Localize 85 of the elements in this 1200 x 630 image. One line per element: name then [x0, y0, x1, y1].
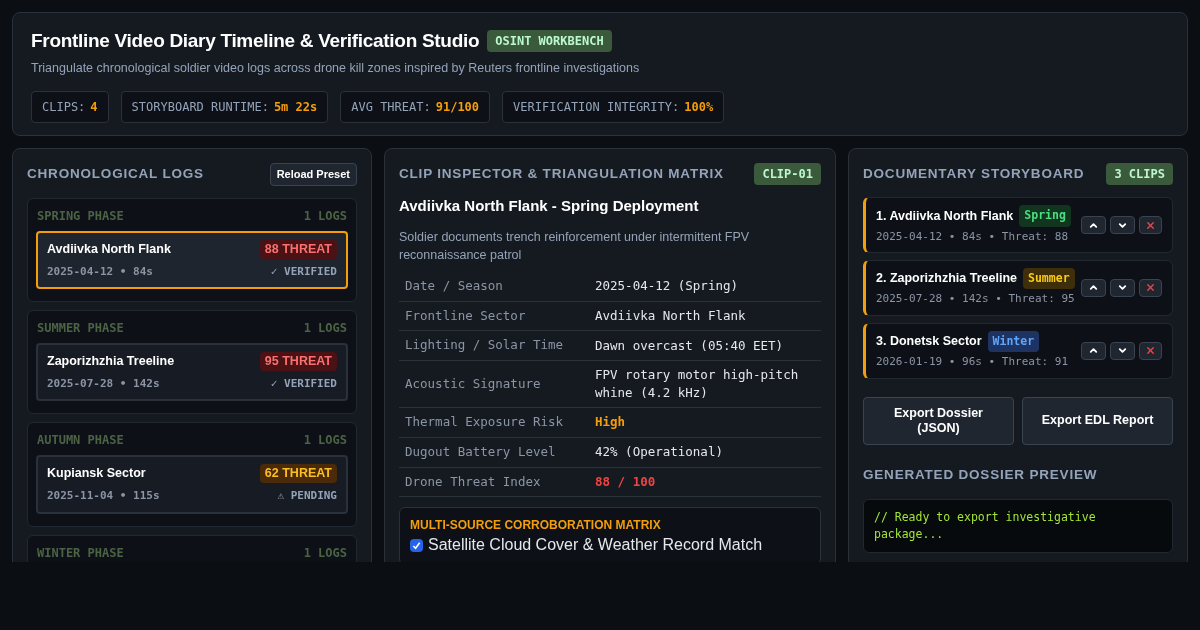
phase-count: 1 LOGS — [303, 544, 347, 562]
field-label: Thermal Exposure Risk — [405, 413, 565, 431]
season-tag: Summer — [1023, 268, 1075, 290]
clip-count-badge: 3 CLIPS — [1106, 163, 1173, 186]
check-icon — [412, 540, 421, 550]
move-down-button[interactable] — [1110, 341, 1135, 360]
stat-value: 91/100 — [435, 99, 480, 117]
close-icon — [1145, 219, 1156, 231]
threat-badge: 62 THREAT — [259, 464, 337, 483]
field-label: Date / Season — [405, 276, 504, 295]
remove-button[interactable] — [1139, 216, 1162, 235]
field-value: 88 / 100 — [595, 472, 657, 491]
field-label: Frontline Sector — [405, 306, 527, 325]
clip-title: Avdiivka North Flank - Spring Deployment — [399, 196, 700, 217]
move-up-button[interactable] — [1081, 216, 1106, 235]
log-title: Avdiivka North Flank — [47, 240, 171, 258]
field-value: 42% (Operational) — [595, 443, 724, 462]
matrix-title: MULTI-SOURCE CORROBORATION MATRIX — [410, 518, 662, 533]
stat-label: STORYBOARD RUNTIME: — [131, 99, 269, 117]
phase-count: 1 LOGS — [303, 432, 347, 450]
phase-name: SUMMER PHASE — [37, 320, 124, 337]
export-button[interactable]: Export EDL Report — [1022, 396, 1173, 445]
phase-name: SPRING PHASE — [37, 207, 124, 225]
threat-badge: 95 THREAT — [259, 352, 337, 371]
log-title: Kupiansk Sector — [47, 465, 146, 483]
field-value: Dawn overcast (05:40 EET) — [595, 336, 785, 355]
storyboard-meta: 2025-07-28 • 142s • Threat: 95 — [876, 291, 1075, 308]
move-up-button[interactable] — [1081, 278, 1106, 297]
storyboard-title: 2. Zaporizhzhia Treeline — [876, 270, 1017, 288]
field-value: Avdiivka North Flank — [595, 306, 747, 325]
panel-title: DOCUMENTARY STORYBOARD — [863, 165, 1085, 184]
log-status: ✓ VERIFIED — [270, 375, 337, 392]
stat-label: VERIFICATION INTEGRITY: — [513, 99, 680, 117]
log-status: ⚠ PENDING — [277, 488, 337, 504]
dossier-preview: // Ready to export investigative package... — [863, 498, 1173, 553]
phase-count: 1 LOGS — [303, 320, 347, 337]
panel-title: CHRONOLOGICAL LOGS — [27, 165, 204, 184]
export-button[interactable]: Export Dossier (JSON) — [863, 396, 1014, 445]
season-tag: Spring — [1019, 205, 1071, 227]
storyboard-title: 3. Donetsk Sector — [876, 333, 982, 350]
app-title: Frontline Video Diary Timeline & Verification Studio — [31, 29, 480, 53]
stat-value: 4 — [90, 99, 98, 117]
field-value: FPV rotary motor high-pitch whine (4.2 kHz) — [595, 366, 800, 402]
phase-name: WINTER PHASE — [37, 544, 124, 562]
field-label: Drone Threat Index — [405, 472, 542, 491]
field-label: Acoustic Signature — [405, 374, 542, 393]
remove-button[interactable] — [1139, 278, 1162, 297]
app-subtitle: Triangulate chronological soldier video logs across drone kill zones inspired by Reuters frontline investigations — [31, 59, 641, 77]
workbench-badge: OSINT WORKBENCH — [487, 30, 612, 53]
threat-badge: 88 THREAT — [259, 239, 337, 259]
stat-label: AVG THREAT: — [351, 99, 431, 117]
storyboard-meta: 2026-01-19 • 96s • Threat: 91 — [876, 354, 1069, 370]
log-meta: 2025-07-28 • 142s — [47, 375, 160, 392]
field-label: Lighting / Solar Time — [405, 336, 565, 355]
log-card[interactable]: Zaporizhzhia Treeline 95 THREAT 2025-07-28 • 142s ✓ VERIFIED — [36, 343, 348, 402]
log-meta: 2025-04-12 • 84s — [47, 263, 153, 280]
panel-title: CLIP INSPECTOR & TRIANGULATION MATRIX — [399, 165, 724, 184]
close-icon — [1145, 282, 1156, 294]
move-up-button[interactable] — [1081, 341, 1106, 360]
move-down-button[interactable] — [1110, 278, 1135, 297]
remove-button[interactable] — [1139, 341, 1162, 360]
reload-preset-button[interactable]: Reload Preset — [269, 163, 357, 186]
storyboard-meta: 2025-04-12 • 84s • Threat: 88 — [876, 228, 1070, 245]
log-meta: 2025-11-04 • 115s — [47, 488, 160, 504]
move-down-button[interactable] — [1110, 216, 1135, 235]
log-card[interactable]: Avdiivka North Flank 88 THREAT 2025-04-12 • 84s ✓ VERIFIED — [36, 230, 348, 289]
stat-value: 5m 22s — [273, 99, 318, 117]
preview-title: GENERATED DOSSIER PREVIEW — [863, 465, 1099, 484]
field-value: High — [595, 413, 627, 432]
phase-count: 1 LOGS — [303, 207, 347, 225]
log-card[interactable]: Kupiansk Sector 62 THREAT 2025-11-04 • 115s ⚠ PENDING — [36, 455, 348, 514]
storyboard-title: 1. Avdiivka North Flank — [876, 207, 1014, 225]
close-icon — [1145, 345, 1156, 357]
season-tag: Winter — [987, 330, 1040, 352]
checkbox-label: Satellite Cloud Cover & Weather Record Match — [428, 536, 763, 555]
field-label: Dugout Battery Level — [405, 442, 557, 461]
log-status: ✓ VERIFIED — [270, 263, 337, 280]
clip-description: Soldier documents trench reinforcement under intermittent FPV reconnaissance patrol — [399, 228, 751, 264]
clip-id-badge: CLIP-01 — [754, 163, 821, 186]
phase-name: AUTUMN PHASE — [37, 432, 124, 450]
checkbox[interactable] — [410, 538, 423, 552]
stat-value: 100% — [684, 99, 714, 117]
field-value: 2025-04-12 (Spring) — [595, 277, 739, 296]
log-title: Zaporizhzhia Treeline — [47, 353, 175, 370]
stat-label: CLIPS: — [42, 99, 86, 117]
